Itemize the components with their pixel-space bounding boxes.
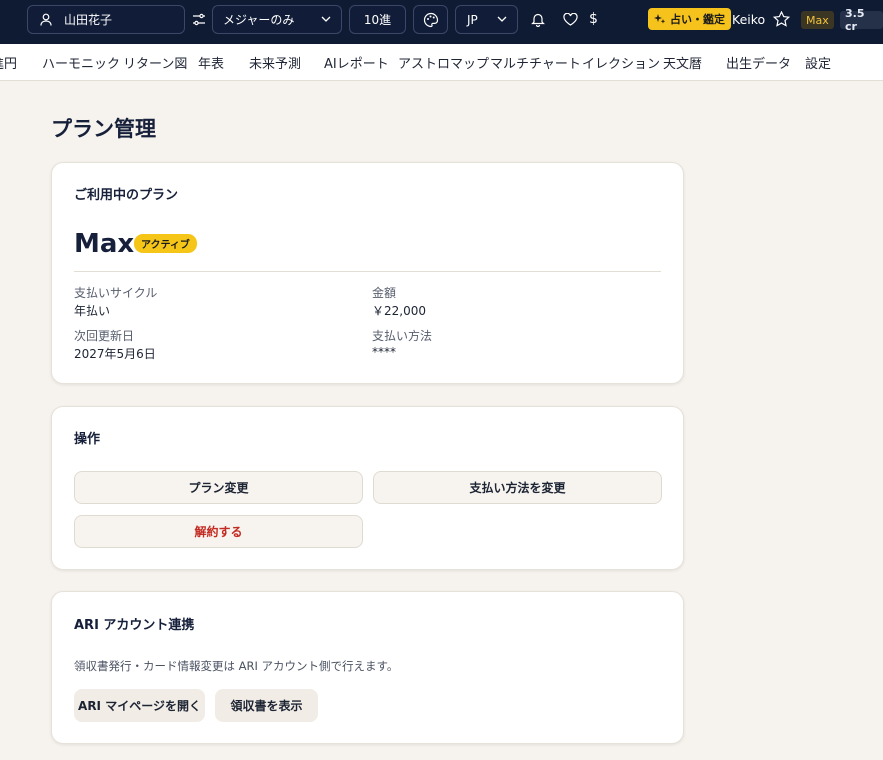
nav-item-timeline[interactable]: 年表 — [198, 53, 224, 72]
language-value: JP — [467, 12, 478, 27]
nav-item-ai-report[interactable]: AIレポート — [324, 53, 389, 72]
chevron-down-icon — [321, 16, 331, 23]
fortune-button[interactable]: 占い・鑑定 — [648, 8, 731, 30]
nav-item-astro-map[interactable]: アストロマップ — [398, 53, 489, 72]
number-system-button[interactable]: 10進 — [349, 5, 406, 34]
ari-description: 領収書発行・カード情報変更は ARI アカウント側で行えます。 — [74, 659, 399, 673]
credits-badge: 3.5 cr — [840, 7, 883, 33]
chevron-down-icon — [497, 16, 507, 23]
show-receipt-button[interactable]: 領収書を表示 — [215, 689, 318, 722]
payment-method-value: **** — [372, 345, 396, 359]
nav-item-settings[interactable]: 設定 — [805, 53, 831, 72]
top-bar: 山田花子 メジャーのみ 10進 JP $ 占い・鑑定 Keiko Max 3.5… — [0, 0, 883, 44]
current-plan-title: ご利用中のプラン — [74, 188, 179, 203]
amount-label: 金額 — [372, 286, 397, 300]
dollar-icon[interactable]: $ — [589, 11, 598, 27]
billing-cycle-value: 年払い — [74, 304, 111, 318]
nav-item-harmonic[interactable]: ハーモニック — [42, 53, 120, 72]
payment-method-label: 支払い方法 — [372, 329, 433, 343]
ari-title: ARI アカウント連携 — [74, 618, 195, 633]
cancel-subscription-button[interactable]: 解約する — [74, 515, 363, 548]
number-system-value: 10進 — [363, 13, 392, 27]
billing-cycle-label: 支払いサイクル — [74, 286, 158, 300]
plan-badge: Max — [801, 11, 834, 29]
star-icon[interactable] — [773, 11, 790, 27]
nav-item-birth-data[interactable]: 出生データ — [726, 53, 791, 72]
user-icon — [40, 13, 52, 26]
next-renewal-value: 2027年5月6日 — [74, 347, 156, 361]
change-plan-button[interactable]: プラン変更 — [74, 471, 363, 504]
filter-icon[interactable] — [192, 13, 206, 26]
nav-item-return-chart[interactable]: リターン図 — [123, 53, 187, 72]
heart-icon[interactable] — [563, 13, 578, 26]
status-badge: アクティブ — [134, 234, 197, 253]
main-nav: 進円 ハーモニック リターン図 年表 未来予測 AIレポート アストロマップ マ… — [0, 44, 883, 81]
ari-account-card: ARI アカウント連携 領収書発行・カード情報変更は ARI アカウント側で行え… — [51, 591, 684, 744]
open-mypage-button[interactable]: ARI マイページを開く — [74, 689, 205, 722]
amount-value: ￥22,000 — [372, 304, 426, 318]
nav-item-election[interactable]: イレクション — [582, 53, 660, 72]
current-plan-card: ご利用中のプラン Max アクティブ 支払いサイクル 年払い 金額 ￥22,00… — [51, 162, 684, 384]
operations-title: 操作 — [74, 432, 101, 447]
page-title: プラン管理 — [51, 117, 156, 141]
next-renewal-label: 次回更新日 — [74, 329, 135, 343]
nav-item-progression[interactable]: 進円 — [0, 53, 17, 72]
user-selector[interactable]: 山田花子 — [27, 5, 185, 34]
sparkle-icon — [654, 13, 666, 25]
user-name: 山田花子 — [64, 13, 113, 27]
palette-icon — [423, 12, 439, 28]
plan-name: Max — [74, 229, 135, 259]
palette-button[interactable] — [413, 5, 448, 34]
bell-icon[interactable] — [531, 12, 545, 27]
language-select[interactable]: JP — [455, 5, 518, 34]
fortune-label: 占い・鑑定 — [670, 13, 725, 26]
nav-item-multi-chart[interactable]: マルチチャート — [490, 53, 581, 72]
nav-item-ephemeris[interactable]: 天文暦 — [663, 53, 702, 72]
divider — [74, 271, 661, 272]
change-payment-button[interactable]: 支払い方法を変更 — [373, 471, 662, 504]
account-name[interactable]: Keiko — [732, 12, 765, 27]
chart-mode-value: メジャーのみ — [223, 13, 295, 27]
chart-mode-select[interactable]: メジャーのみ — [212, 5, 342, 34]
nav-item-forecast[interactable]: 未来予測 — [249, 53, 301, 72]
operations-card: 操作 プラン変更 支払い方法を変更 解約する — [51, 406, 684, 570]
